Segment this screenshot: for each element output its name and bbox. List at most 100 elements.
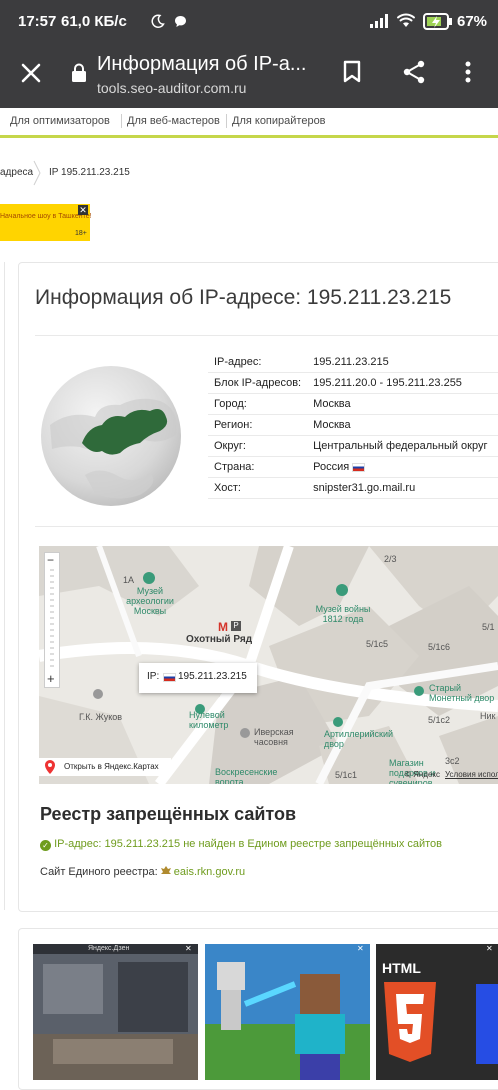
emblem-icon <box>160 866 171 876</box>
browser-toolbar: Информация об IP-а... tools.seo-auditor.… <box>0 44 498 108</box>
map-label: 1А <box>123 575 135 585</box>
breadcrumb-item-addresses[interactable]: адреса <box>0 167 33 178</box>
map-label: 5/1с6 <box>428 642 451 652</box>
yandex-map[interactable]: − + 1А 2/3 5/1 5/1с5 5/1с6 5/1с2 5/1с1 3… <box>39 546 498 784</box>
table-row: Город: Москва <box>208 393 498 415</box>
registry-site: Сайт Единого реестра: eais.rkn.gov.ru <box>40 866 245 878</box>
poi-label: Воскресенские ворота <box>215 767 278 784</box>
zoom-out-icon[interactable]: − <box>47 554 54 566</box>
table-row: Регион: Москва <box>208 414 498 436</box>
status-bar: 17:57 61,0 КБ/с 67% <box>0 0 498 44</box>
museum-icon <box>143 572 155 584</box>
museum-icon <box>336 584 348 596</box>
page-title: Информация об IP-адресе: 195.211.23.215 <box>35 286 452 309</box>
zoom-in-icon[interactable]: + <box>47 672 55 685</box>
map-pin-icon <box>45 760 55 779</box>
browser-chrome: 17:57 61,0 КБ/с 67% Информация об IP-а..… <box>0 0 498 108</box>
ip-popup[interactable]: IP: 195.211.23.215 <box>139 663 257 693</box>
check-icon: ✓ <box>40 840 51 851</box>
poi-label: Иверская часовня <box>254 727 294 747</box>
registry-title: Реестр запрещённых сайтов <box>40 804 297 824</box>
row-label: Регион: <box>208 414 308 436</box>
thumb-close-icon[interactable]: ✕ <box>185 944 192 953</box>
registry-site-label: Сайт Единого реестра: <box>40 866 158 878</box>
promo-thumbnail[interactable]: ✕ <box>205 944 370 1080</box>
promo-thumbnail[interactable]: HTML ✕ <box>376 944 498 1080</box>
row-value: Москва <box>307 393 498 415</box>
popup-prefix: IP: <box>147 671 160 682</box>
ad-banner[interactable]: Начальное шоу в Ташкенте! ✕ 18+ <box>0 204 92 241</box>
url-text[interactable]: tools.seo-auditor.com.ru <box>97 80 246 96</box>
row-value: Центральный федеральный округ <box>307 435 498 457</box>
status-speed: 61,0 КБ/с <box>61 13 127 30</box>
row-value: Россия <box>313 461 350 473</box>
map-label: 5/1с5 <box>366 639 389 649</box>
close-icon[interactable] <box>20 62 42 89</box>
map-copyright: © Яндекс <box>405 770 441 779</box>
parking-icon: P <box>231 621 241 631</box>
share-icon[interactable] <box>402 60 426 89</box>
metro-icon: M <box>218 620 228 634</box>
wifi-icon <box>396 12 416 33</box>
battery-percent: 67% <box>457 13 488 30</box>
table-row: IP-адрес: 195.211.23.215 <box>208 352 498 373</box>
russia-flag-icon <box>352 462 366 472</box>
row-label: Округ: <box>208 435 308 457</box>
nav-item-optimizers[interactable]: Для оптимизаторов <box>10 115 110 127</box>
ad-age-badge: 18+ <box>75 230 87 237</box>
row-label: Хост: <box>208 477 308 499</box>
message-icon <box>174 15 187 33</box>
globe-map-image <box>40 365 182 512</box>
ip-info-table: IP-адрес: 195.211.23.215 Блок IP-адресов:… <box>208 352 498 499</box>
zoom-control[interactable]: − + <box>44 552 60 688</box>
site-nav: Для оптимизаторов Для веб-мастеров Для к… <box>0 108 498 136</box>
nav-item-webmasters[interactable]: Для веб-мастеров <box>127 115 220 127</box>
row-label: Город: <box>208 393 308 415</box>
thumb-close-icon[interactable]: ✕ <box>357 944 364 953</box>
more-options-icon[interactable] <box>465 61 471 88</box>
registry-status-text: IP-адрес: 195.211.23.215 не найден в Еди… <box>54 838 443 850</box>
poi-label: Музей археологии Москвы <box>126 586 174 616</box>
russia-flag-icon <box>163 673 176 682</box>
breadcrumb-item-current: IP 195.211.23.215 <box>49 167 130 178</box>
status-time: 17:57 <box>18 13 57 30</box>
breadcrumb-chevron-icon <box>33 160 41 189</box>
map-label: 2/3 <box>384 554 397 564</box>
table-row: Страна: Россия <box>208 456 498 478</box>
divider <box>35 335 498 336</box>
open-in-maps-label: Открыть в Яндекс.Картах <box>64 762 159 771</box>
poi-label: Музей войны 1812 года <box>315 604 371 624</box>
lock-icon <box>71 63 87 88</box>
popup-ip: 195.211.23.215 <box>178 671 247 682</box>
open-in-maps-button[interactable]: Открыть в Яндекс.Картах <box>39 758 171 776</box>
registry-status: ✓ IP-адрес: 195.211.23.215 не найден в Е… <box>40 838 442 851</box>
map-label: 5/1с1 <box>335 770 358 780</box>
promo-thumbnail[interactable]: Яндекс.Дзен ✕ <box>33 944 198 1080</box>
thumb-close-icon[interactable]: ✕ <box>486 944 493 953</box>
thumb-caption: Яндекс.Дзен <box>88 945 130 952</box>
chapel-icon <box>240 728 250 738</box>
signal-icon <box>370 14 388 33</box>
zoom-slider[interactable] <box>50 569 54 669</box>
battery-icon <box>423 13 453 35</box>
monument-icon <box>93 689 103 699</box>
table-row: Блок IP-адресов: 195.211.20.0 - 195.211.2… <box>208 372 498 394</box>
registry-site-link[interactable]: eais.rkn.gov.ru <box>174 866 245 878</box>
bookmark-icon[interactable] <box>342 60 362 89</box>
map-terms-link[interactable]: Условия испол <box>445 770 498 779</box>
row-label: IP-адрес: <box>208 352 308 373</box>
poi-label: Старый Монетный двор <box>429 683 495 703</box>
nav-item-copywriters[interactable]: Для копирайтеров <box>232 115 326 127</box>
museum-icon <box>414 686 424 696</box>
breadcrumb: адреса IP 195.211.23.215 <box>0 160 498 186</box>
row-value: 195.211.20.0 - 195.211.23.255 <box>307 372 498 394</box>
row-value: Москва <box>307 414 498 436</box>
row-label: Страна: <box>208 456 308 478</box>
poi-label: Г.К. Жуков <box>79 712 123 722</box>
page-title-bar: Информация об IP-а... <box>97 53 307 75</box>
do-not-disturb-icon <box>151 14 165 33</box>
row-label: Блок IP-адресов: <box>208 372 308 394</box>
poi-label: Артиллерийский двор <box>324 729 394 749</box>
row-value: snipster31.go.mail.ru <box>307 477 498 499</box>
ad-close-icon[interactable]: ✕ <box>78 205 88 215</box>
